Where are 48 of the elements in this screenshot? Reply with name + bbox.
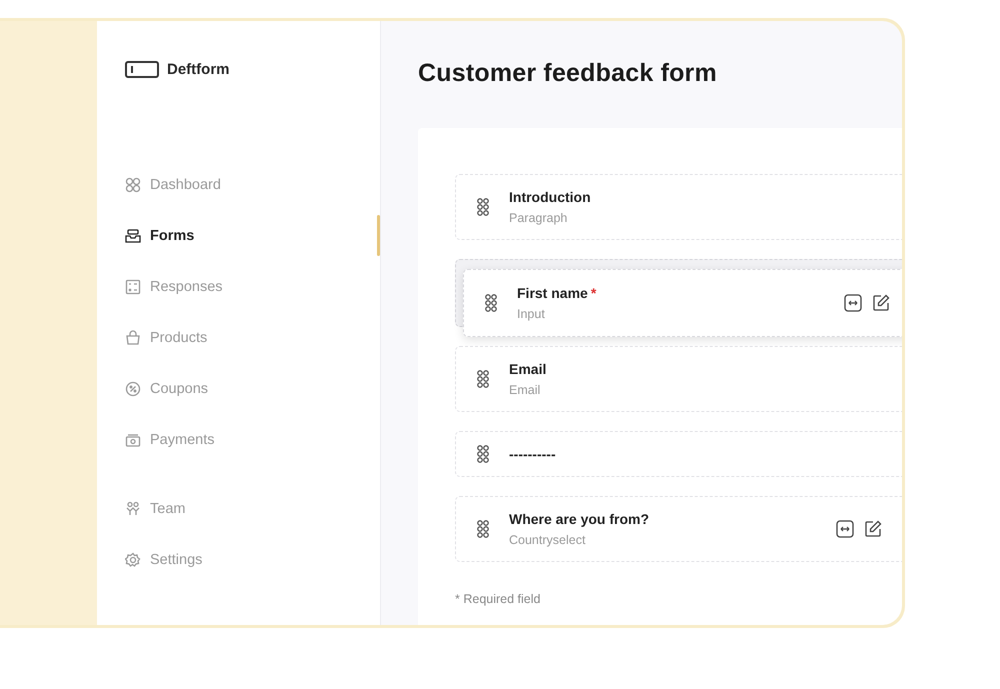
nav-item[interactable]: Settings [125,534,202,585]
nav-icon [125,432,141,448]
edit-button[interactable] [872,294,890,312]
drag-handle-icon [477,370,489,388]
edit-icon [864,520,882,538]
nav-item[interactable]: Coupons [125,363,208,414]
nav-item[interactable]: Dashboard [125,159,221,210]
field-card[interactable]: Email Email [455,346,902,412]
resize-button[interactable] [836,520,854,538]
field-card[interactable]: Introduction Paragraph [455,174,902,240]
active-indicator [377,215,380,256]
field-title: Introduction [509,189,592,205]
nav-icon [125,228,141,244]
page-title: Customer feedback form [418,59,718,88]
logo-icon [125,60,159,78]
nav-icon [125,500,141,516]
field-card[interactable]: Where are you from? Countryselect [455,496,902,562]
field-type: Email [509,383,542,397]
brand-name: Deftform [167,60,230,78]
field-card[interactable]: ---------- [455,431,902,477]
nav-icon [125,380,141,396]
field-title: Email [509,361,548,377]
nav-item[interactable]: Forms [125,210,194,261]
nav-item[interactable]: Team [125,483,186,534]
field-type: Countryselect [509,533,586,547]
drag-handle-icon [485,294,497,312]
nav-item[interactable]: Responses [125,261,223,312]
drag-handle-icon [477,445,489,463]
nav-icon [125,330,141,346]
width-icon [836,520,854,538]
field-type: Paragraph [509,211,568,225]
width-icon [844,294,862,312]
dragged-field-card[interactable]: First name * Input [463,269,902,337]
nav-item[interactable]: Payments [125,414,214,465]
nav-item[interactable]: Products [125,312,208,363]
drag-handle-icon [477,198,489,216]
edit-button[interactable] [864,520,882,538]
resize-button[interactable] [844,294,862,312]
divider-label: ---------- [509,446,557,462]
edit-icon [872,294,890,312]
field-type: Input [517,307,546,321]
nav-icon [125,278,141,294]
field-title: Where are you from? [509,511,650,527]
nav-icon [125,176,141,192]
field-title: First name * [517,285,598,301]
drag-handle-icon [477,520,489,538]
nav-icon [125,552,141,568]
required-note: * Required field [455,592,542,606]
